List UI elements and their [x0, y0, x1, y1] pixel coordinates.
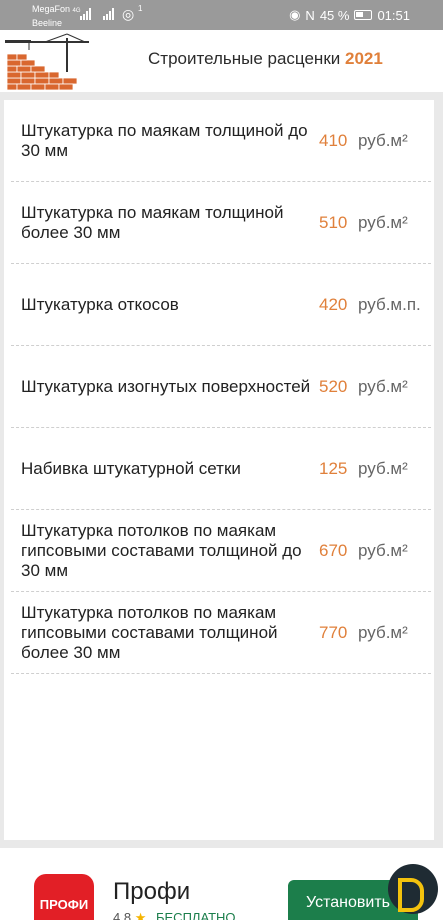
price-row[interactable]: Штукатурка по маякам толщиной до 30 мм 4… — [11, 100, 431, 182]
page-title-text: Строительные расценки — [148, 49, 341, 68]
item-unit: руб.м² — [358, 541, 408, 560]
carrier-2: Beeline — [32, 18, 63, 28]
item-unit: руб.м² — [358, 131, 408, 150]
item-price: 520 — [319, 377, 348, 396]
star-icon: ★ — [134, 910, 147, 920]
item-unit: руб.м² — [358, 623, 408, 642]
item-unit: руб.м² — [358, 459, 408, 478]
item-name: Набивка штукатурной сетки — [21, 459, 241, 478]
item-name: Штукатурка потолков по маякам гипсовыми … — [21, 521, 302, 580]
item-unit: руб.м.п. — [358, 295, 421, 314]
status-bar: MegaFon 4G Beeline ◎ 1 ◉ N 45 % 01:51 — [0, 0, 443, 30]
ad-choices-icon[interactable] — [388, 864, 438, 914]
battery-icon — [354, 10, 373, 20]
ad-rating: 4.8 — [113, 910, 132, 920]
app-header: Строительные расценки 2021 — [0, 30, 443, 92]
price-row[interactable]: Набивка штукатурной сетки 125 руб.м² — [11, 428, 431, 510]
item-name: Штукатурка по маякам толщиной более 30 м… — [21, 203, 284, 242]
price-list[interactable]: Штукатурка по маякам толщиной до 30 мм 4… — [4, 100, 434, 840]
carrier-1: MegaFon — [32, 4, 71, 14]
eye-icon: ◉ — [289, 7, 301, 22]
item-price: 770 — [319, 623, 348, 642]
nfc-icon: N — [305, 7, 315, 23]
construction-logo-icon — [5, 33, 89, 90]
item-name: Штукатурка потолков по маякам гипсовыми … — [21, 603, 278, 662]
ad-price-label: БЕСПЛАТНО — [155, 910, 236, 920]
item-name: Штукатурка по маякам толщиной до 30 мм — [21, 121, 308, 160]
wifi-badge: 1 — [138, 4, 143, 13]
clock: 01:51 — [377, 7, 410, 23]
item-unit: руб.м² — [358, 377, 408, 396]
ad-app-logo[interactable]: ПРОФИ — [34, 874, 94, 920]
ad-title[interactable]: Профи — [113, 878, 190, 906]
status-right: ◉ N 45 % 01:51 — [289, 7, 410, 23]
item-name: Штукатурка откосов — [21, 295, 179, 314]
item-price: 510 — [319, 213, 348, 232]
signal-2-icon — [103, 8, 114, 20]
item-price: 420 — [319, 295, 348, 314]
price-row[interactable]: Штукатурка потолков по маякам гипсовыми … — [11, 592, 431, 674]
ad-banner[interactable]: ПРОФИ Профи 4.8 ★ БЕСПЛАТНО Установить — [0, 848, 443, 920]
page-title: Строительные расценки 2021 — [148, 49, 383, 69]
item-unit: руб.м² — [358, 213, 408, 232]
item-price: 670 — [319, 541, 348, 560]
item-price: 125 — [319, 459, 348, 478]
price-row[interactable]: Штукатурка откосов 420 руб.м.п. — [11, 264, 431, 346]
page-title-year: 2021 — [344, 49, 383, 68]
price-row[interactable]: Штукатурка изогнутых поверхностей 520 ру… — [11, 346, 431, 428]
item-price: 410 — [319, 131, 348, 150]
battery-percent: 45 % — [319, 7, 350, 23]
wifi-icon: ◎ — [122, 6, 135, 22]
item-name: Штукатурка изогнутых поверхностей — [21, 377, 311, 396]
signal-1-icon — [80, 8, 91, 20]
carrier-info: MegaFon 4G Beeline — [32, 3, 81, 29]
price-row[interactable]: Штукатурка по маякам толщиной более 30 м… — [11, 182, 431, 264]
price-row[interactable]: Штукатурка потолков по маякам гипсовыми … — [11, 510, 431, 592]
ad-meta: 4.8 ★ БЕСПЛАТНО — [113, 910, 236, 920]
